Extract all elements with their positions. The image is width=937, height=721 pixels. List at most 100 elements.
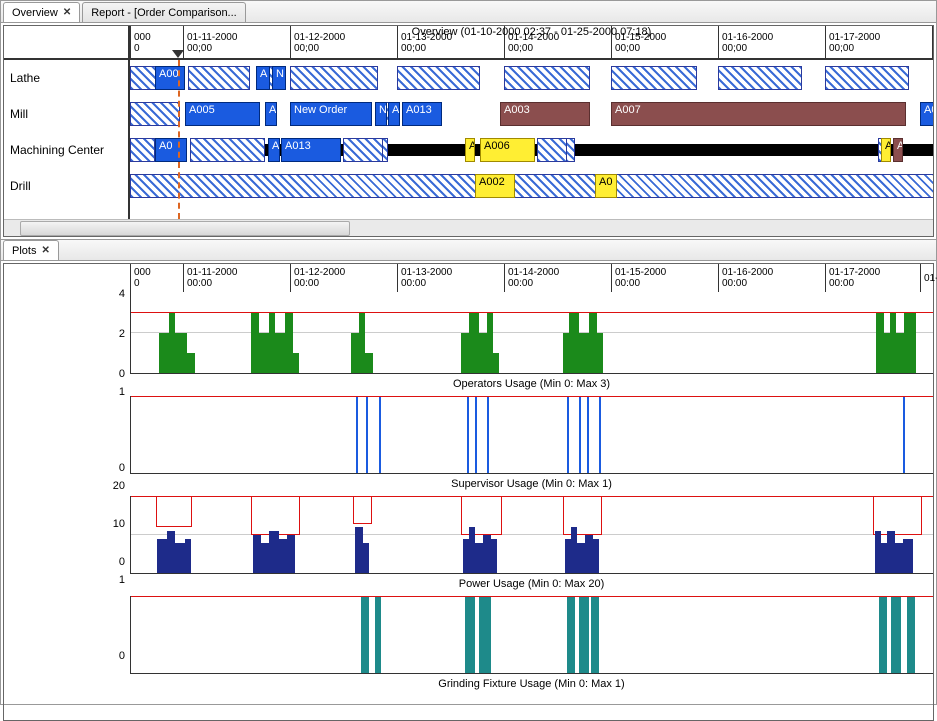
plots-time-header: 000001-11-200000:0001-12-200000:0001-13-…	[130, 264, 933, 292]
gantt-idle-block	[130, 174, 933, 198]
chart-bar	[261, 543, 269, 573]
chart-caption: Supervisor Usage (Min 0: Max 1)	[130, 478, 933, 490]
time-tick: 01-12-200000:00	[290, 264, 345, 292]
gantt-task-bar[interactable]: A005	[185, 102, 260, 126]
chart-y-labels: 01	[4, 578, 130, 672]
limit-line	[131, 596, 933, 597]
chart-bar	[375, 597, 381, 673]
gantt-task-bar[interactable]: N	[272, 66, 286, 90]
chart-bar	[579, 397, 581, 473]
time-tick: 01-14-200000:00	[504, 264, 559, 292]
plots-y-gutter: 024010102001	[4, 264, 130, 720]
chart-bar	[379, 397, 381, 473]
chart-bar	[479, 333, 487, 373]
gantt-task-bar[interactable]: N	[375, 102, 387, 126]
chart[interactable]: Supervisor Usage (Min 0: Max 1)	[130, 396, 933, 490]
gantt-task-bar[interactable]	[190, 138, 265, 162]
gantt-task-bar[interactable]: A002	[475, 174, 515, 198]
chart-caption: Operators Usage (Min 0: Max 3)	[130, 378, 933, 390]
gantt-task-bar[interactable]: A007	[611, 102, 906, 126]
gantt-idle-block	[130, 138, 155, 162]
gantt-task-bar[interactable]: A003	[500, 102, 590, 126]
chart-bar	[569, 313, 579, 373]
gantt-idle-block	[611, 66, 697, 90]
chart-bar	[361, 597, 369, 673]
time-tick: 0000	[130, 264, 151, 292]
chart-bar	[363, 543, 369, 573]
gantt-body[interactable]: Overview (01-10-2000 02:37 - 01-25-2000 …	[130, 26, 933, 219]
chart-bar	[593, 539, 599, 573]
chart-bar	[876, 313, 884, 373]
gantt-idle-block	[188, 66, 250, 90]
chart-bar	[585, 535, 593, 573]
tab-plots[interactable]: Plots ✕	[3, 240, 59, 260]
gantt-row[interactable]: A005ANew OrderNAA013A003A007A01	[130, 96, 933, 132]
chart-bar	[366, 397, 368, 473]
gantt-task-bar[interactable]: A	[265, 102, 277, 126]
tab-report-label: Report - [Order Comparison...	[91, 7, 237, 19]
chart-bar	[259, 333, 269, 373]
gantt-area[interactable]: LatheMillMachining CenterDrill Overview …	[4, 26, 933, 219]
time-tick: 01-15-200000:00	[611, 264, 666, 292]
gantt-idle-block	[290, 66, 378, 90]
chart-bar	[579, 333, 589, 373]
chart[interactable]: Operators Usage (Min 0: Max 3)	[130, 292, 933, 390]
tab-report[interactable]: Report - [Order Comparison...	[82, 2, 246, 22]
chart-bar	[175, 543, 185, 573]
chart-caption: Grinding Fixture Usage (Min 0: Max 1)	[130, 678, 933, 690]
gantt-row[interactable]: A0AA013AA006AA	[130, 132, 933, 168]
chart-bar	[887, 531, 895, 573]
gantt-task-bar[interactable]: A0	[595, 174, 617, 198]
chart-bar	[567, 397, 569, 473]
gantt-task-bar[interactable]: A	[881, 138, 891, 162]
tab-overview[interactable]: Overview ✕	[3, 2, 80, 22]
gantt-task-bar[interactable]: A	[256, 66, 270, 90]
chart-bar	[269, 531, 279, 573]
close-icon[interactable]: ✕	[41, 245, 49, 256]
gantt-task-bar[interactable]	[537, 138, 567, 162]
gantt-task-bar[interactable]: A013	[281, 138, 341, 162]
gantt-task-bar[interactable]: A	[465, 138, 475, 162]
gantt-task-bar[interactable]: A00	[155, 66, 185, 90]
chart-bar	[275, 333, 285, 373]
chart-bar	[487, 397, 489, 473]
scrollbar-thumb[interactable]	[20, 221, 350, 236]
gantt-task-bar[interactable]: A0	[155, 138, 187, 162]
gantt-task-bar[interactable]	[343, 138, 383, 162]
chart-bar	[167, 531, 175, 573]
gantt-scrollbar-horizontal[interactable]	[4, 219, 933, 236]
gantt-task-bar[interactable]: A006	[480, 138, 535, 162]
gantt-row[interactable]: A002 A0	[130, 168, 933, 204]
close-icon[interactable]: ✕	[63, 7, 71, 18]
overview-panel: LatheMillMachining CenterDrill Overview …	[3, 25, 934, 237]
time-tick: 01-16-200000:00	[718, 264, 773, 292]
chart-bar	[903, 397, 905, 473]
gantt-task-bar[interactable]: A	[388, 102, 400, 126]
chart-bar	[461, 333, 469, 373]
chart-bar	[491, 539, 497, 573]
chart[interactable]: Grinding Fixture Usage (Min 0: Max 1)	[130, 596, 933, 690]
chart-bar	[483, 535, 491, 573]
chart-bar	[157, 539, 167, 573]
gantt-rows[interactable]: A00ANA005ANew OrderNAA013A003A007A01A0AA…	[130, 60, 933, 204]
gantt-resource-row: Lathe	[4, 60, 128, 96]
gantt-task-bar[interactable]: A01	[920, 102, 933, 126]
chart-y-labels: 01020	[4, 484, 130, 578]
chart-bar	[493, 353, 499, 373]
gantt-row[interactable]: A00 AN	[130, 60, 933, 96]
gantt-idle-block	[504, 66, 590, 90]
chart[interactable]: Power Usage (Min 0: Max 20)	[130, 496, 933, 590]
chart-bar	[599, 397, 601, 473]
chart-bar	[475, 397, 477, 473]
gantt-idle-block	[825, 66, 909, 90]
chart-bar	[879, 597, 887, 673]
chart-bar	[891, 597, 901, 673]
gantt-task-bar[interactable]: A013	[402, 102, 442, 126]
plots-main[interactable]: 000001-11-200000:0001-12-200000:0001-13-…	[130, 264, 933, 720]
gantt-task-bar[interactable]: New Order	[290, 102, 372, 126]
chart-bar	[287, 535, 295, 573]
time-tick: 01-11-200000:00	[183, 264, 237, 292]
now-marker-icon[interactable]	[172, 50, 184, 58]
gantt-task-bar[interactable]: A	[268, 138, 280, 162]
gantt-task-bar[interactable]: A	[893, 138, 903, 162]
